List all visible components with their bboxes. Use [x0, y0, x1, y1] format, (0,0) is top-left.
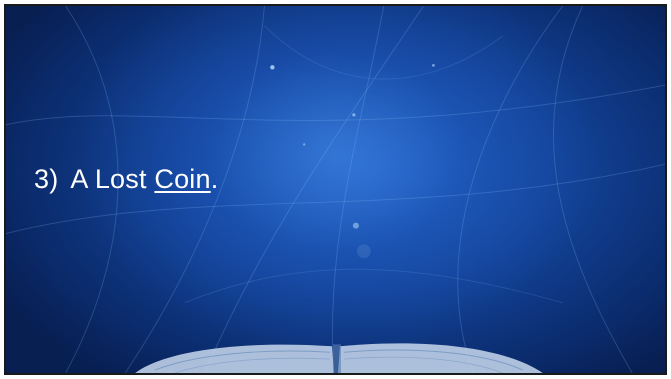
item-text-suffix: . [210, 164, 219, 194]
slide-body-text: 3) A Lost Coin. [34, 164, 218, 195]
underlined-word: Coin [154, 164, 211, 194]
item-number: 3) [34, 164, 59, 194]
item-text-prefix: A Lost [70, 164, 155, 194]
presentation-slide: 3) A Lost Coin. [4, 4, 667, 375]
open-book-icon [135, 343, 543, 373]
light-flares [270, 63, 435, 259]
